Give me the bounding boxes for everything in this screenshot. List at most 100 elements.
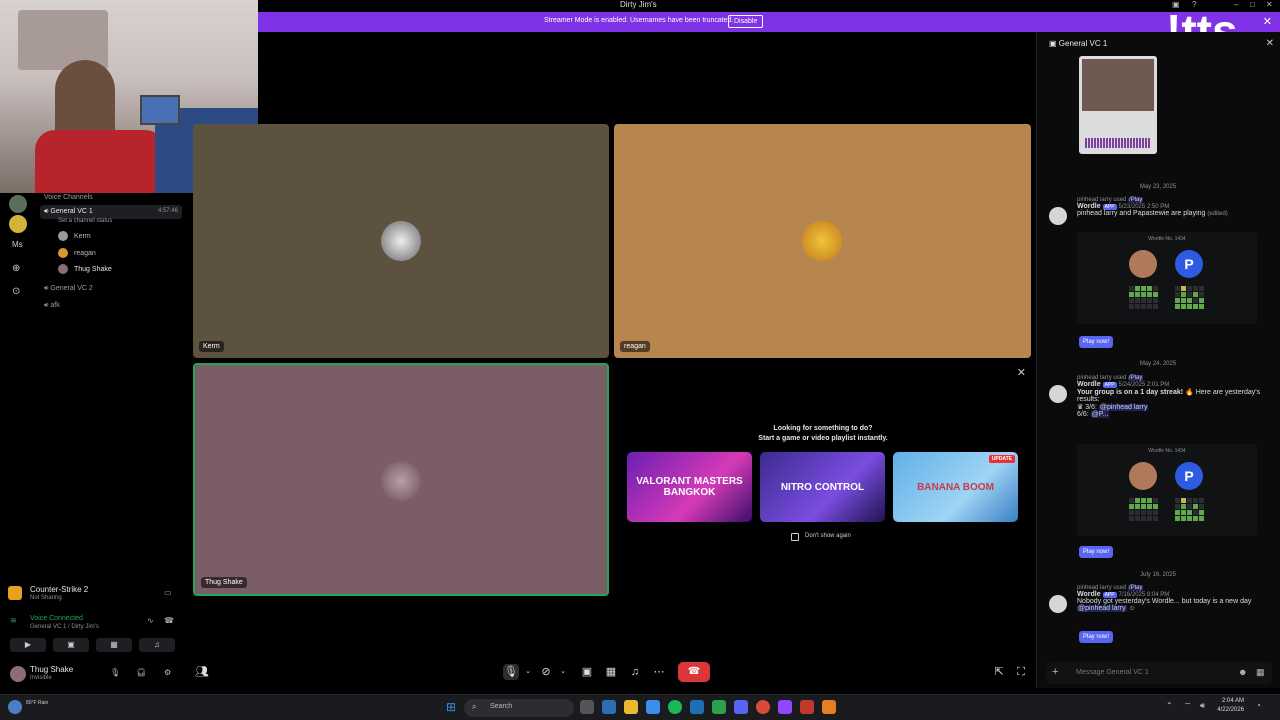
headphones-icon[interactable]: 🎧︎ <box>136 668 146 677</box>
user-mention[interactable]: @P... <box>1090 411 1110 418</box>
activity-card-valorant[interactable]: VALORANT MASTERS BANGKOK <box>627 452 752 522</box>
close-banner-icon[interactable]: ✕ <box>1263 15 1272 28</box>
user-mention[interactable]: @pinhead larry <box>1098 404 1149 411</box>
message-author[interactable]: Wordle <box>1077 381 1101 388</box>
clock-time[interactable]: 2:04 AM <box>1218 698 1244 704</box>
user-mention[interactable]: @pinhead larry <box>1077 605 1127 612</box>
wordle-card[interactable]: Wordle No. 1434 P <box>1077 444 1257 536</box>
activity-card-nitro-control[interactable]: NITRO CONTROL <box>760 452 885 522</box>
avatar[interactable] <box>1049 595 1067 613</box>
activity-card-banana-boom[interactable]: BANANA BOOM UPDATE <box>893 452 1018 522</box>
add-server-icon[interactable]: ⊕ <box>12 263 20 274</box>
twitch-icon[interactable] <box>778 700 792 714</box>
screen-share-button[interactable]: ▣ <box>53 638 89 652</box>
discord-icon[interactable] <box>734 700 748 714</box>
chat-input[interactable]: + Message General VC 1 ☻ ▦ <box>1046 662 1272 684</box>
apps-icon[interactable]: ▦ <box>1256 667 1265 678</box>
share-screen-icon[interactable]: ▭ <box>164 588 172 597</box>
noise-suppression-icon[interactable]: ∿ <box>147 616 154 625</box>
member-kerm[interactable]: Kerm <box>58 231 91 241</box>
voice-location[interactable]: General VC 1 / Dirty Jim's <box>30 624 99 630</box>
video-tile-kerm[interactable]: Kerm <box>193 124 609 358</box>
tray-chevron-icon[interactable]: ⌃ <box>1166 701 1173 710</box>
server-icon[interactable] <box>9 215 27 233</box>
emoji-icon[interactable]: ☻ <box>1238 667 1247 677</box>
channel-general-vc-2[interactable]: 🔊︎ General VC 2 <box>44 285 93 293</box>
server-label[interactable]: Ms <box>12 240 23 249</box>
steam-icon[interactable] <box>690 700 704 714</box>
game-icon <box>8 586 22 600</box>
volume-icon[interactable]: 🔊︎ <box>1200 701 1205 711</box>
screen-share-icon[interactable]: ▣ <box>579 664 595 680</box>
add-attachment-icon[interactable]: + <box>1052 666 1058 678</box>
clock-date[interactable]: 4/22/2026 <box>1214 707 1244 713</box>
soundboard-icon[interactable]: ♫ <box>627 664 643 680</box>
taskbar: 80°F Rain ⊞ ⌕ Search ⌃ ⌔ 🔊︎ 2:04 AM 4/22… <box>0 694 1280 720</box>
obs-icon[interactable] <box>822 700 836 714</box>
dont-show-checkbox[interactable] <box>791 533 799 541</box>
microphone-icon[interactable]: 🎙︎ <box>503 664 519 680</box>
notifications-icon[interactable]: ◔ <box>1256 701 1261 710</box>
gear-icon[interactable]: ⚙ <box>164 668 171 677</box>
member-thug-shake[interactable]: Thug Shake <box>58 264 112 274</box>
discover-icon[interactable]: ⊙ <box>12 286 20 297</box>
edge-icon[interactable] <box>602 700 616 714</box>
window-title: Dirty Jim's <box>620 0 657 9</box>
popout-icon[interactable]: ⇱ <box>991 664 1007 680</box>
disconnect-button[interactable]: ☎ <box>678 662 710 682</box>
channel-afk[interactable]: 🔊︎ afk <box>44 302 60 310</box>
update-badge: UPDATE <box>988 455 1015 463</box>
chevron-down-icon[interactable]: ⌄ <box>555 664 571 680</box>
disable-button[interactable]: Disable <box>728 15 764 28</box>
maximize-icon[interactable]: □ <box>1250 0 1255 9</box>
camera-off-icon[interactable]: ⊘ <box>538 664 554 680</box>
date-divider: July 16, 2025 <box>1140 572 1176 578</box>
store-icon[interactable] <box>646 700 660 714</box>
disconnect-icon[interactable]: ☎ <box>164 616 174 625</box>
close-icon[interactable]: ✕ <box>1017 366 1026 379</box>
start-icon[interactable]: ⊞ <box>446 700 456 714</box>
xbox-icon[interactable] <box>712 700 726 714</box>
signal-icon[interactable]: ≋ <box>10 616 17 625</box>
task-view-icon[interactable] <box>580 700 594 714</box>
fullscreen-icon[interactable]: ⛶ <box>1013 664 1029 680</box>
chrome-icon[interactable] <box>756 700 770 714</box>
play-now-button[interactable]: Play now! <box>1079 546 1113 558</box>
channel-status[interactable]: Set a channel status <box>58 218 112 224</box>
search-input[interactable]: ⌕ Search <box>464 699 574 717</box>
activity-panel[interactable]: Counter-Strike 2 Not Sharing ▭ <box>4 583 180 607</box>
avatar[interactable] <box>10 666 26 682</box>
avatar[interactable] <box>1049 207 1067 225</box>
avatar[interactable] <box>1049 385 1067 403</box>
chevron-down-icon[interactable]: ⌄ <box>520 664 536 680</box>
voice-channels-header[interactable]: Voice Channels <box>44 194 93 201</box>
activities-button[interactable]: ▦ <box>96 638 132 652</box>
video-tile-reagan[interactable]: reagan <box>614 124 1031 358</box>
message-author[interactable]: Wordle <box>1077 203 1101 210</box>
message-author[interactable]: Wordle <box>1077 591 1101 598</box>
channel-general-vc-1[interactable]: 🔊︎ General VC 1 4:57:46 <box>40 205 182 219</box>
video-toggle-button[interactable]: ▶ <box>10 638 46 652</box>
speaker-icon: 🔊︎ <box>44 208 49 215</box>
microphone-icon[interactable]: 🎙︎ <box>110 668 120 677</box>
play-now-button[interactable]: Play now! <box>1079 336 1113 348</box>
more-options-icon[interactable]: ⋯ <box>651 664 667 680</box>
server-icon[interactable] <box>9 195 27 213</box>
embedded-image[interactable] <box>1079 56 1157 154</box>
weather-icon[interactable] <box>8 700 22 714</box>
soundboard-button[interactable]: ♫ <box>139 638 175 652</box>
close-chat-icon[interactable]: ✕ <box>1266 38 1274 49</box>
network-icon[interactable]: ⌔ <box>1184 701 1192 711</box>
activities-icon[interactable]: ▦ <box>603 664 619 680</box>
invite-icon[interactable]: 👥︎ <box>194 664 210 680</box>
activity-picker: ✕ Looking for something to do? Start a g… <box>614 362 1032 596</box>
member-reagan[interactable]: reagan <box>58 248 96 258</box>
app-icon[interactable] <box>800 700 814 714</box>
close-window-icon[interactable]: ✕ <box>1266 0 1273 9</box>
file-explorer-icon[interactable] <box>624 700 638 714</box>
chat-input-placeholder: Message General VC 1 <box>1076 669 1149 676</box>
video-tile-thug-shake[interactable]: Thug Shake <box>193 363 609 596</box>
play-now-button[interactable]: Play now! <box>1079 631 1113 643</box>
spotify-icon[interactable] <box>668 700 682 714</box>
wordle-card[interactable]: Wordle No. 1434 P <box>1077 232 1257 324</box>
